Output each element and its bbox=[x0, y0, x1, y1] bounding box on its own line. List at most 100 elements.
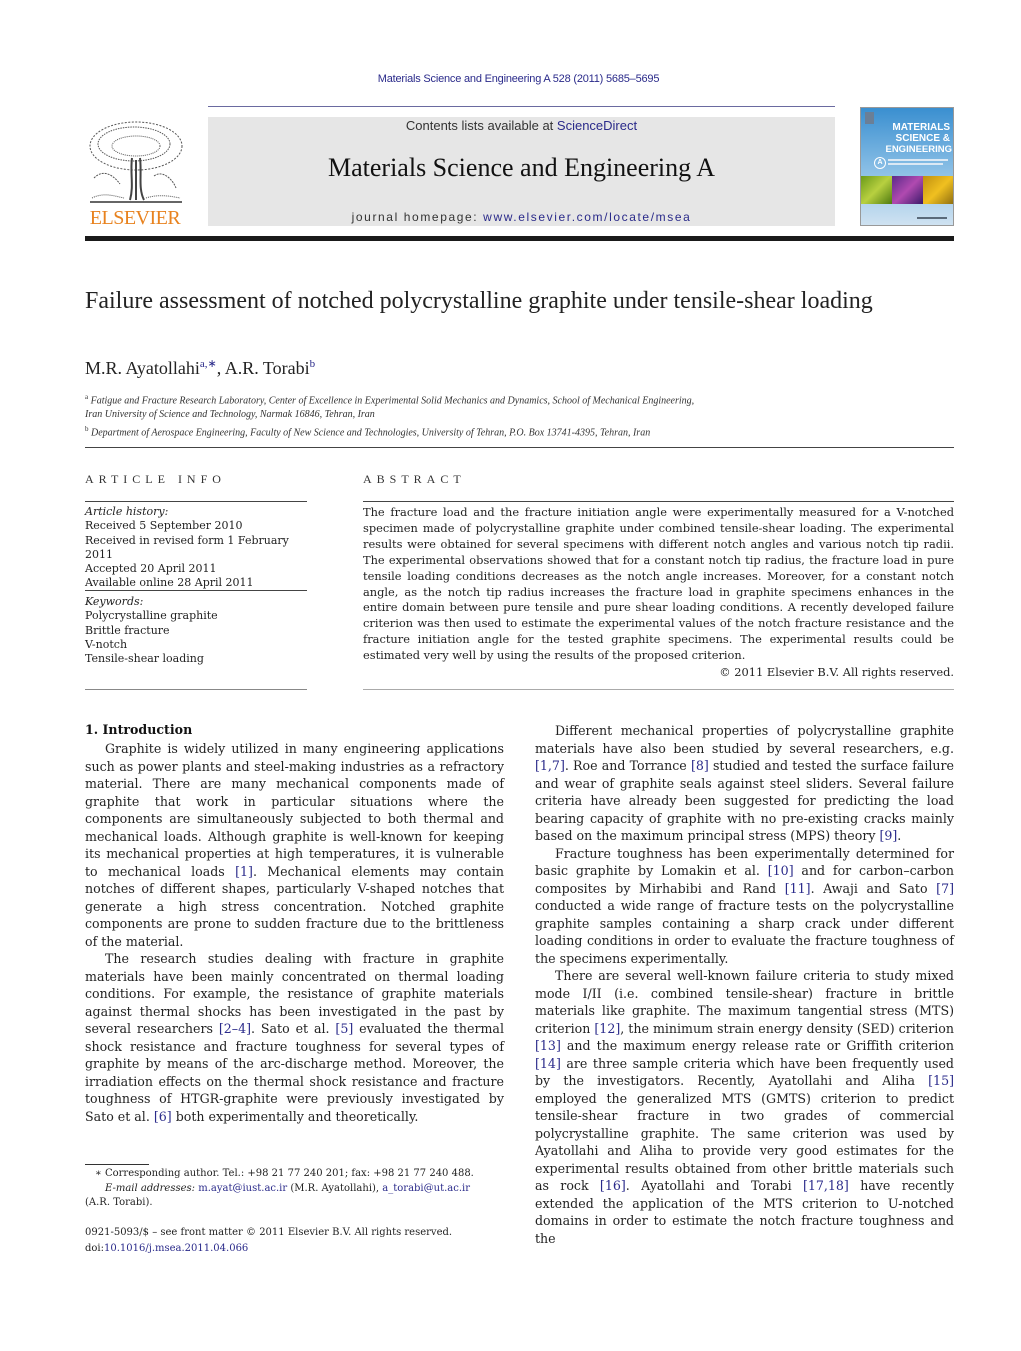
contents-availability: Contents lists available at ScienceDirec… bbox=[208, 118, 835, 133]
history-heading: Article history: bbox=[85, 505, 169, 518]
body-text: Graphite is widely utilized in many engi… bbox=[85, 741, 504, 879]
affiliations: a Fatigue and Fracture Research Laborato… bbox=[85, 390, 955, 441]
reference-link[interactable]: [1] bbox=[235, 864, 253, 879]
body-text: . Roe and Torrance bbox=[564, 758, 691, 773]
doi-link[interactable]: 10.1016/j.msea.2011.04.066 bbox=[104, 1243, 248, 1254]
cover-image-green bbox=[861, 176, 892, 204]
reference-link[interactable]: [12] bbox=[594, 1021, 620, 1036]
footnotes: ∗ Corresponding author. Tel.: +98 21 77 … bbox=[85, 1167, 505, 1211]
article-info-label: ARTICLE INFO bbox=[85, 472, 226, 486]
reference-link[interactable]: [14] bbox=[535, 1056, 561, 1071]
cover-title-line1: MATERIALS bbox=[892, 122, 950, 133]
email-link[interactable]: a_torabi@ut.ac.ir bbox=[382, 1183, 470, 1194]
reference-link[interactable]: [16] bbox=[600, 1178, 626, 1193]
body-text: . bbox=[897, 828, 902, 843]
cover-image-purple bbox=[892, 176, 923, 204]
cover-badge-icon: A bbox=[874, 157, 886, 169]
email-line: E-mail addresses: m.ayat@iust.ac.ir (M.R… bbox=[85, 1182, 505, 1197]
doi-prefix: doi: bbox=[85, 1242, 104, 1254]
reference-link[interactable]: [2–4] bbox=[219, 1021, 251, 1036]
reference-link[interactable]: [1,7] bbox=[535, 758, 565, 773]
cover-title-line2: SCIENCE & bbox=[895, 133, 950, 144]
divider bbox=[85, 689, 307, 690]
section-heading: 1. Introduction bbox=[85, 722, 193, 737]
journal-citation[interactable]: Materials Science and Engineering A 528 … bbox=[0, 73, 1021, 85]
email-owner: (A.R. Torabi). bbox=[85, 1197, 153, 1208]
body-paragraph: There are several well-known failure cri… bbox=[535, 967, 954, 1247]
history-item: Available online 28 April 2011 bbox=[85, 576, 254, 590]
keyword-item: Polycrystalline graphite bbox=[85, 609, 218, 623]
divider bbox=[85, 501, 307, 502]
body-text: Different mechanical properties of polyc… bbox=[535, 723, 954, 756]
body-column-left: Graphite is widely utilized in many engi… bbox=[85, 740, 504, 1125]
divider bbox=[85, 590, 307, 591]
affiliation-a-cont: Iran University of Science and Technolog… bbox=[85, 408, 955, 422]
history-item: Received 5 September 2010 bbox=[85, 519, 243, 533]
header-divider-bar bbox=[85, 236, 954, 241]
reference-link[interactable]: [8] bbox=[691, 758, 709, 773]
article-history: Article history: Received 5 September 20… bbox=[85, 505, 310, 591]
body-paragraph: Different mechanical properties of polyc… bbox=[535, 722, 954, 845]
author-affiliation-marker[interactable]: b bbox=[310, 358, 316, 370]
divider bbox=[363, 689, 954, 690]
abstract-label: ABSTRACT bbox=[363, 472, 466, 486]
divider bbox=[85, 447, 954, 448]
affiliation-text: Department of Aerospace Engineering, Fac… bbox=[91, 427, 651, 439]
paper-title: Failure assessment of notched polycrysta… bbox=[85, 288, 873, 314]
corresponding-author-note: ∗ Corresponding author. Tel.: +98 21 77 … bbox=[95, 1168, 474, 1179]
keyword-item: Tensile-shear loading bbox=[85, 652, 204, 666]
homepage-link[interactable]: www.elsevier.com/locate/msea bbox=[483, 210, 691, 224]
keywords-heading: Keywords: bbox=[85, 595, 144, 608]
journal-title: Materials Science and Engineering A bbox=[328, 153, 715, 182]
body-paragraph: Fracture toughness has been experimental… bbox=[535, 845, 954, 968]
homepage-prefix: journal homepage: bbox=[351, 210, 484, 224]
reference-link[interactable]: [7] bbox=[936, 881, 954, 896]
email-link[interactable]: m.ayat@iust.ac.ir bbox=[198, 1183, 287, 1194]
reference-link[interactable]: [6] bbox=[154, 1109, 172, 1124]
affiliation-marker: b bbox=[85, 425, 89, 434]
divider bbox=[363, 501, 954, 502]
footnote-rule bbox=[85, 1164, 149, 1165]
body-text: conducted a wide range of fracture tests… bbox=[535, 898, 954, 966]
abstract-text: The fracture load and the fracture initi… bbox=[363, 505, 954, 663]
cover-image-yellow bbox=[923, 176, 953, 204]
keywords: Keywords: Polycrystalline graphite Britt… bbox=[85, 595, 310, 666]
body-column-right: Different mechanical properties of polyc… bbox=[535, 722, 954, 1247]
reference-link[interactable]: [15] bbox=[928, 1073, 954, 1088]
body-text: are three sample criteria which have bee… bbox=[535, 1055, 954, 1089]
journal-cover-image[interactable]: MATERIALS SCIENCE & ENGINEERING A bbox=[860, 107, 954, 226]
affiliation-text: Fatigue and Fracture Research Laboratory… bbox=[90, 395, 695, 407]
cover-publisher-icon bbox=[865, 112, 874, 124]
body-text: both experimentally and theoretically. bbox=[171, 1108, 419, 1124]
body-text: , the minimum strain energy density (SED… bbox=[620, 1020, 954, 1036]
cover-publisher-mark bbox=[917, 217, 947, 219]
journal-homepage: journal homepage: www.elsevier.com/locat… bbox=[208, 210, 835, 224]
cover-subtitle-line bbox=[888, 163, 943, 165]
header-rule bbox=[208, 106, 835, 107]
affiliation-marker: a bbox=[85, 393, 89, 401]
email-owner: (M.R. Ayatollahi), bbox=[287, 1182, 383, 1194]
reference-link[interactable]: [9] bbox=[879, 828, 897, 843]
reference-link[interactable]: [13] bbox=[535, 1038, 561, 1053]
reference-link[interactable]: [5] bbox=[335, 1021, 353, 1036]
body-text: . Ayatollahi and Torabi bbox=[625, 1178, 803, 1193]
contents-prefix: Contents lists available at bbox=[405, 118, 557, 133]
reference-link[interactable]: [17,18] bbox=[803, 1178, 849, 1193]
cover-subtitle-line bbox=[888, 159, 948, 161]
doi-line: doi:10.1016/j.msea.2011.04.066 bbox=[85, 1241, 505, 1257]
affiliation-b: b Department of Aerospace Engineering, F… bbox=[85, 422, 955, 440]
author-name[interactable]: M.R. Ayatollahi bbox=[85, 358, 200, 378]
email-label: E-mail addresses: bbox=[105, 1182, 196, 1194]
reference-link[interactable]: [10] bbox=[768, 863, 794, 878]
history-item: Received in revised form 1 February 2011 bbox=[85, 533, 289, 561]
author-affiliation-marker[interactable]: a,∗ bbox=[200, 358, 217, 370]
front-matter: 0921-5093/$ – see front matter © 2011 El… bbox=[85, 1225, 505, 1256]
body-text: . Sato et al. bbox=[251, 1021, 336, 1036]
author-name[interactable]: A.R. Torabi bbox=[225, 358, 310, 378]
cover-title-line3: ENGINEERING bbox=[885, 144, 952, 155]
issn-line: 0921-5093/$ – see front matter © 2011 El… bbox=[85, 1227, 453, 1238]
body-text: and the maximum energy release rate or G… bbox=[560, 1038, 954, 1053]
reference-link[interactable]: [11] bbox=[785, 881, 811, 896]
keyword-item: V-notch bbox=[85, 637, 128, 651]
sciencedirect-link[interactable]: ScienceDirect bbox=[557, 118, 637, 133]
